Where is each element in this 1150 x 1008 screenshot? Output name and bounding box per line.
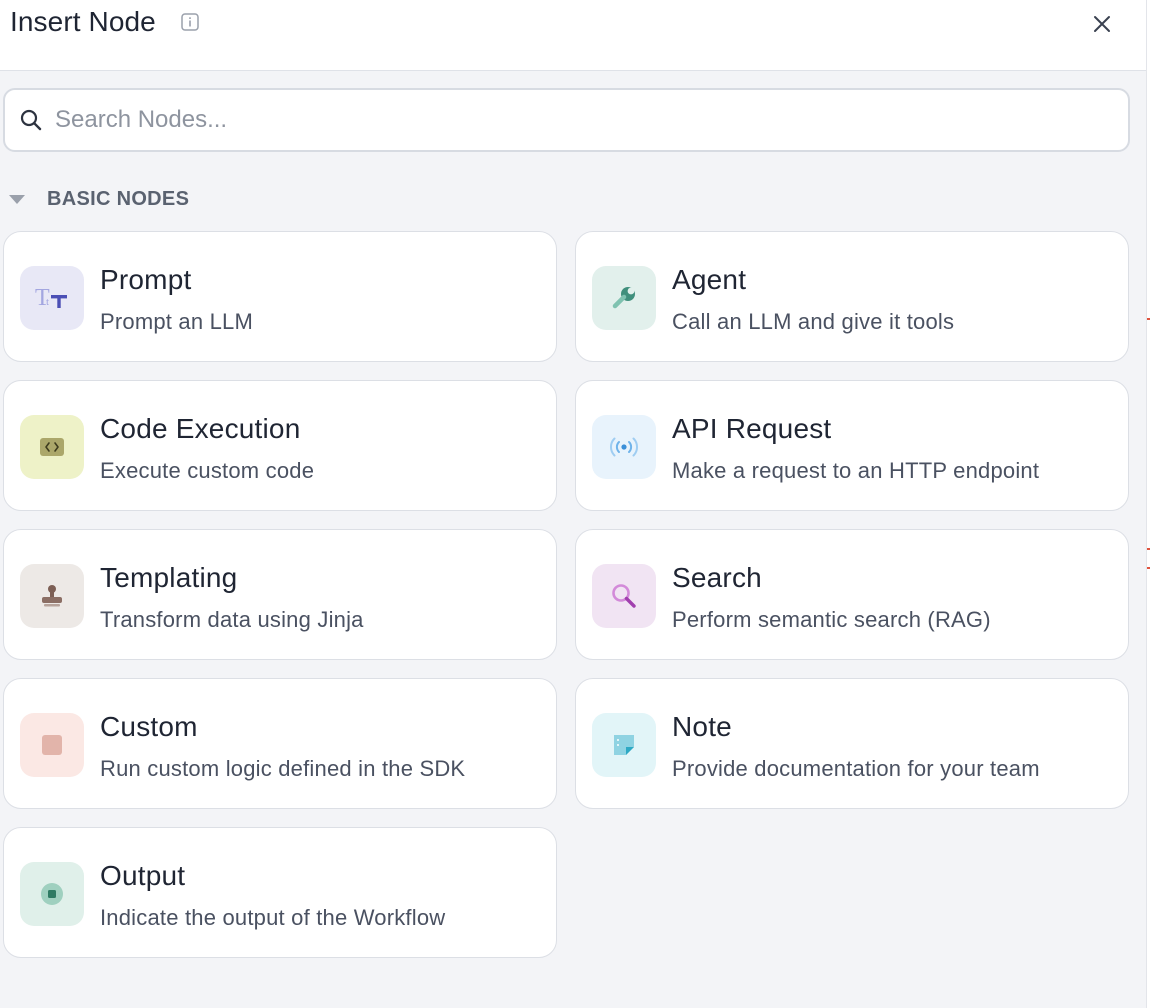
node-description: Perform semantic search (RAG) bbox=[672, 607, 991, 632]
node-description: Execute custom code bbox=[100, 458, 315, 483]
panel-title: Insert Node bbox=[10, 6, 156, 37]
section-toggle-basic-nodes[interactable]: BASIC NODES bbox=[8, 184, 189, 214]
magnifier-icon bbox=[612, 584, 636, 608]
svg-text:t: t bbox=[46, 296, 49, 308]
node-icon-container: T t bbox=[20, 266, 84, 330]
close-icon bbox=[1094, 16, 1110, 32]
node-icon-container bbox=[592, 713, 656, 777]
node-title: Note bbox=[672, 711, 732, 742]
stamp-icon bbox=[42, 585, 62, 607]
node-icon-container bbox=[592, 415, 656, 479]
wrench-icon bbox=[612, 287, 635, 309]
output-icon bbox=[41, 883, 63, 905]
node-description: Make a request to an HTTP endpoint bbox=[672, 458, 1040, 483]
node-card-agent[interactable]: Agent Call an LLM and give it tools bbox=[575, 231, 1129, 362]
close-button[interactable] bbox=[1088, 10, 1116, 38]
node-title: Templating bbox=[100, 562, 238, 593]
node-title: API Request bbox=[672, 413, 832, 444]
node-card-search[interactable]: Search Perform semantic search (RAG) bbox=[575, 529, 1129, 660]
node-card-output[interactable]: Output Indicate the output of the Workfl… bbox=[3, 827, 557, 958]
text-format-icon: T t bbox=[35, 285, 67, 311]
code-icon bbox=[40, 438, 64, 456]
node-description: Indicate the output of the Workflow bbox=[100, 905, 446, 930]
section-label: BASIC NODES bbox=[47, 187, 190, 210]
node-icon-container bbox=[20, 564, 84, 628]
node-icon-container bbox=[592, 564, 656, 628]
node-title: Agent bbox=[672, 264, 747, 295]
node-title: Output bbox=[100, 860, 186, 891]
node-title: Code Execution bbox=[100, 413, 301, 444]
insert-node-panel: Insert Node BASIC NODES bbox=[0, 0, 1146, 1008]
node-title: Search bbox=[672, 562, 762, 593]
panel-header: Insert Node bbox=[0, 0, 1146, 71]
node-card-code-execution[interactable]: Code Execution Execute custom code bbox=[3, 380, 557, 511]
node-icon-container bbox=[592, 266, 656, 330]
node-card-api-request[interactable]: API Request Make a request to an HTTP en… bbox=[575, 380, 1129, 511]
node-card-templating[interactable]: Templating Transform data using Jinja bbox=[3, 529, 557, 660]
node-icon-container bbox=[20, 862, 84, 926]
node-card-note[interactable]: Note Provide documentation for your team bbox=[575, 678, 1129, 809]
caret-down-icon bbox=[9, 195, 25, 204]
node-description: Prompt an LLM bbox=[100, 309, 254, 334]
node-description: Provide documentation for your team bbox=[672, 756, 1040, 781]
search-icon bbox=[19, 108, 43, 132]
square-icon bbox=[42, 735, 62, 755]
info-icon[interactable] bbox=[181, 13, 199, 31]
node-title: Prompt bbox=[100, 264, 192, 295]
node-title: Custom bbox=[100, 711, 198, 742]
search-input[interactable] bbox=[55, 98, 1115, 142]
node-card-custom[interactable]: Custom Run custom logic defined in the S… bbox=[3, 678, 557, 809]
broadcast-icon bbox=[610, 437, 638, 457]
node-icon-container bbox=[20, 415, 84, 479]
canvas-edge bbox=[1146, 0, 1150, 1008]
node-description: Call an LLM and give it tools bbox=[672, 309, 955, 334]
node-description: Run custom logic defined in the SDK bbox=[100, 756, 466, 781]
sticky-note-icon bbox=[614, 735, 634, 755]
node-card-prompt[interactable]: T t Prompt Prompt an LLM bbox=[3, 231, 557, 362]
search-box bbox=[3, 88, 1130, 152]
node-description: Transform data using Jinja bbox=[100, 607, 364, 632]
node-icon-container bbox=[20, 713, 84, 777]
